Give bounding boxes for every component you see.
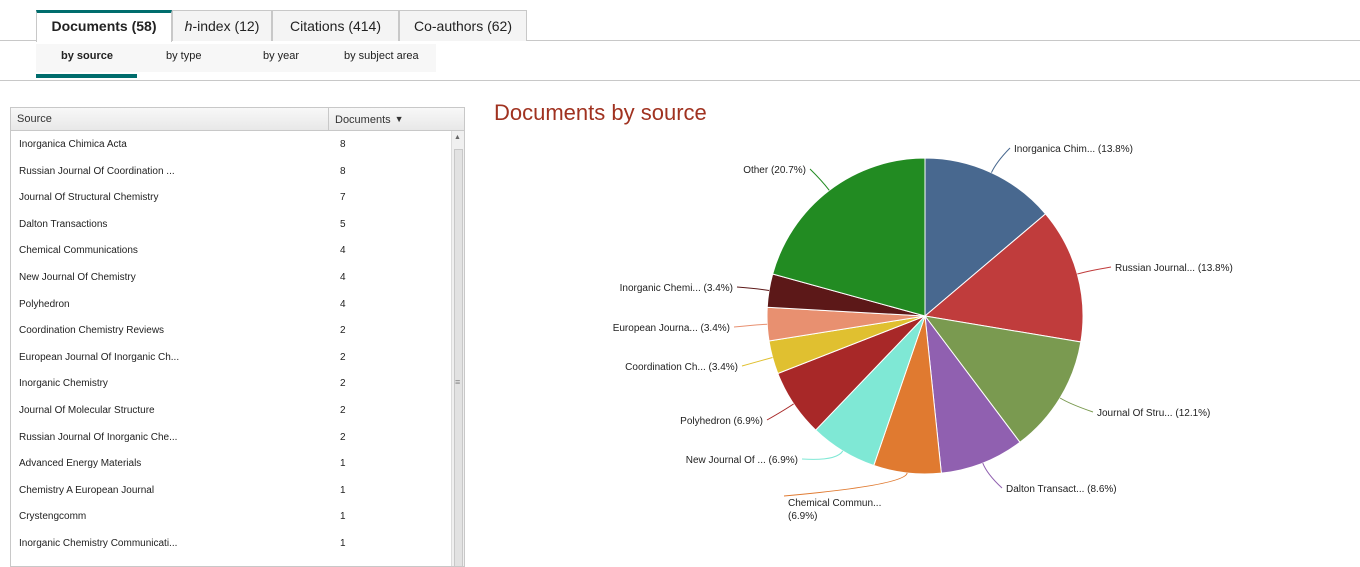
pie-slice-label: European Journa... (3.4%): [613, 323, 730, 334]
pie-leader-line: [1077, 266, 1112, 275]
pie-leader-line: [783, 472, 908, 497]
pie-chart: Inorganica Chim... (13.8%) Russian Journa…: [613, 144, 1233, 522]
pie-slice-label: Russian Journal... (13.8%): [1115, 263, 1233, 274]
pie-leader-line: [990, 147, 1011, 173]
pie-slice-label: Journal Of Stru... (12.1%): [1097, 408, 1210, 419]
pie-slice-label: Coordination Ch... (3.4%): [625, 362, 738, 373]
pie-leader-line: [801, 450, 844, 460]
pie-leader-line: [809, 168, 830, 191]
pie-slice-label: Inorganic Chemi... (3.4%): [620, 283, 733, 294]
pie-slice-label: Dalton Transact... (8.6%): [1006, 484, 1117, 495]
pie-leader-line: [736, 286, 770, 292]
pie-leader-line: [741, 357, 773, 367]
pie-leader-line: [982, 462, 1003, 489]
pie-slice-label: Inorganica Chim... (13.8%): [1014, 144, 1133, 155]
pie-slice-label: New Journal Of ... (6.9%): [686, 455, 798, 466]
pie-leader-line: [1059, 397, 1094, 413]
pie-slice-label: Polyhedron (6.9%): [680, 416, 763, 427]
pie-leader-line: [733, 323, 768, 328]
pie-slice-label: Chemical Commun... (6.9%): [788, 498, 881, 522]
pie-slice-label: Other (20.7%): [743, 165, 806, 176]
pie-leader-line: [766, 403, 794, 421]
